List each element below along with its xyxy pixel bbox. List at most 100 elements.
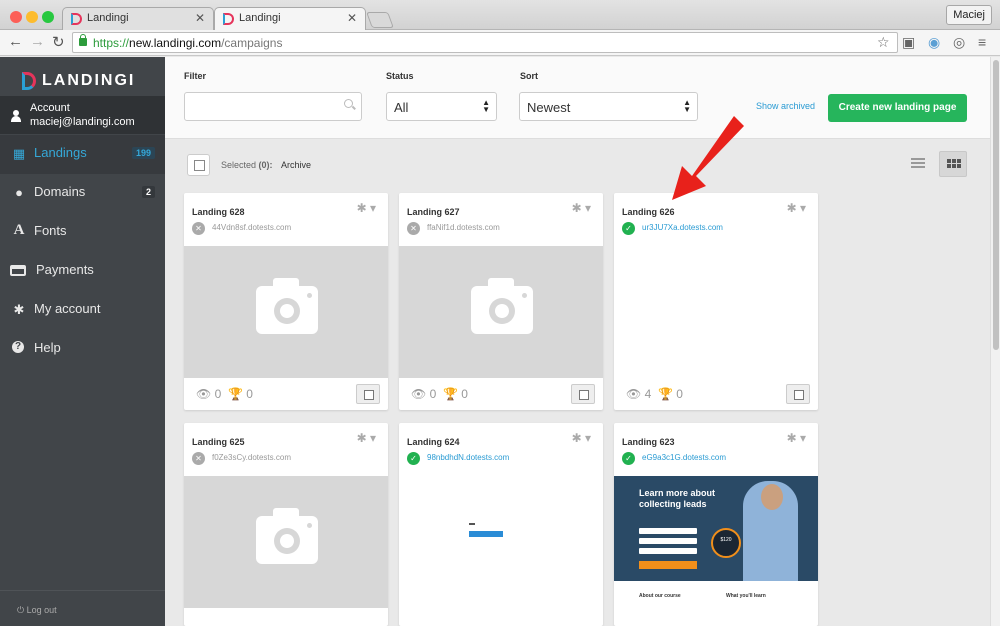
landing-thumbnail[interactable] [399, 246, 603, 378]
landing-thumbnail[interactable] [614, 246, 818, 378]
landing-domain: f0Ze3sCy.dotests.com [212, 453, 291, 462]
archive-button[interactable]: Archive [281, 160, 311, 170]
sidebar-item-label: Payments [36, 262, 94, 277]
landing-stats: 👁 0 🏆 0 [196, 387, 253, 401]
sidebar-item-fonts[interactable]: A Fonts [0, 213, 165, 252]
globe-icon: ● [15, 185, 23, 200]
landing-title[interactable]: Landing 625 [192, 437, 245, 447]
landing-card[interactable]: Landing 625 ✱ ▾ ✕ f0Ze3sCy.dotests.com [184, 423, 388, 626]
mini-form-preview [469, 523, 503, 537]
close-tab-icon[interactable]: ✕ [195, 11, 205, 25]
selected-count: Selected (0): [221, 160, 273, 170]
search-icon [344, 99, 353, 108]
tab-title: Landingi [87, 12, 129, 24]
cast-icon[interactable]: ▣ [902, 34, 915, 51]
promo-field [639, 548, 697, 554]
landingi-logo[interactable]: LANDINGI [22, 69, 135, 93]
menu-icon[interactable]: ≡ [978, 34, 986, 50]
filter-input[interactable] [184, 92, 362, 121]
landing-domain-link[interactable]: ur3JU7Xa.dotests.com [642, 223, 723, 232]
eye-icon: 👁 [626, 387, 642, 401]
logo-mark-icon [22, 72, 36, 90]
gear-dropdown-icon[interactable]: ✱ ▾ [572, 431, 591, 445]
select-all-checkbox[interactable] [187, 154, 210, 176]
url-path: /campaigns [221, 36, 283, 50]
new-tab-button[interactable] [366, 12, 394, 28]
landing-thumbnail[interactable] [399, 476, 603, 608]
landing-card[interactable]: Landing 628 ✱ ▾ ✕ 44Vdn8sf.dotests.com 👁… [184, 193, 388, 410]
landing-domain: ffaNif1d.dotests.com [427, 223, 500, 232]
landing-title[interactable]: Landing 623 [622, 437, 675, 447]
browser-titlebar: Landingi ✕ Landingi ✕ Maciej [0, 0, 1000, 30]
credit-card-icon [10, 265, 26, 276]
sidebar-item-label: Landings [34, 145, 87, 160]
gear-dropdown-icon[interactable]: ✱ ▾ [787, 431, 806, 445]
back-icon[interactable]: ← [8, 33, 23, 50]
gear-dropdown-icon[interactable]: ✱ ▾ [357, 431, 376, 445]
conversions-count: 0 [676, 387, 683, 401]
landing-title[interactable]: Landing 624 [407, 437, 460, 447]
landing-domain: 44Vdn8sf.dotests.com [212, 223, 292, 232]
gear-dropdown-icon[interactable]: ✱ ▾ [787, 201, 806, 215]
landingi-favicon-icon [71, 13, 82, 25]
bookmark-star-icon[interactable]: ☆ [877, 34, 890, 51]
sidebar-item-landings[interactable]: ▦ Landings 199 [0, 135, 165, 174]
landing-card[interactable]: Landing 623 ✱ ▾ ✓ eG9a3c1G.dotests.com L… [614, 423, 818, 626]
published-check-icon: ✓ [407, 452, 420, 465]
address-bar[interactable]: https://new.landingi.com/campaigns ☆ [72, 32, 898, 53]
gear-dropdown-icon[interactable]: ✱ ▾ [357, 201, 376, 215]
promo-cta [639, 561, 697, 569]
forward-icon[interactable]: → [30, 33, 45, 50]
eye-icon: 👁 [411, 387, 427, 401]
close-window-button[interactable] [10, 11, 22, 23]
landing-thumbnail[interactable] [184, 476, 388, 608]
create-landing-button[interactable]: Create new landing page [828, 94, 967, 122]
show-archived-link[interactable]: Show archived [756, 101, 815, 111]
account-panel[interactable]: Account maciej@landingi.com [0, 96, 165, 134]
camera-extension-icon[interactable]: ◉ [928, 34, 940, 51]
landing-card[interactable]: Landing 626 ✱ ▾ ✓ ur3JU7Xa.dotests.com 👁… [614, 193, 818, 410]
promo-about: About our course [639, 593, 681, 599]
landing-card[interactable]: Landing 624 ✱ ▾ ✓ 98nbdhdN.dotests.com [399, 423, 603, 626]
unpublished-icon: ✕ [407, 222, 420, 235]
landing-title[interactable]: Landing 627 [407, 207, 460, 217]
close-tab-icon[interactable]: ✕ [347, 11, 357, 25]
browser-tab-2[interactable]: Landingi ✕ [214, 7, 366, 30]
scrollbar-thumb[interactable] [993, 60, 999, 350]
sidebar-item-help[interactable]: ? Help [0, 330, 165, 369]
card-checkbox[interactable] [571, 384, 595, 404]
sidebar-item-my-account[interactable]: ✱ My account [0, 291, 165, 330]
maximize-window-button[interactable] [42, 11, 54, 23]
landing-title[interactable]: Landing 628 [192, 207, 245, 217]
reload-icon[interactable]: ↻ [52, 33, 65, 51]
published-check-icon: ✓ [622, 452, 635, 465]
profile-button[interactable]: Maciej [946, 5, 992, 25]
sidebar-item-domains[interactable]: ● Domains 2 [0, 174, 165, 213]
promo-price-badge: $120 [711, 528, 741, 558]
minimize-window-button[interactable] [26, 11, 38, 23]
sidebar-item-payments[interactable]: Payments [0, 252, 165, 291]
landing-domain-link[interactable]: 98nbdhdN.dotests.com [427, 453, 509, 462]
browser-tab-1[interactable]: Landingi ✕ [62, 7, 214, 30]
card-checkbox[interactable] [356, 384, 380, 404]
views-count: 4 [644, 387, 652, 401]
extension-icon[interactable]: ◎ [953, 34, 965, 51]
trophy-icon: 🏆 [227, 387, 243, 401]
landing-thumbnail[interactable]: Learn more about collecting leads $120 [614, 476, 818, 581]
gear-dropdown-icon[interactable]: ✱ ▾ [572, 201, 591, 215]
landing-card[interactable]: Landing 627 ✱ ▾ ✕ ffaNif1d.dotests.com 👁… [399, 193, 603, 410]
status-select[interactable]: All ▲ ▼ [386, 92, 497, 121]
sidebar: LANDINGI Account maciej@landingi.com ▦ L… [0, 57, 165, 626]
logout-link[interactable]: ⏻ Log out [0, 590, 165, 616]
card-checkbox[interactable] [786, 384, 810, 404]
landing-domain-link[interactable]: eG9a3c1G.dotests.com [642, 453, 726, 462]
grid-view-icon[interactable] [939, 151, 967, 177]
list-view-icon[interactable] [906, 151, 931, 176]
select-arrows-icon: ▲ ▼ [482, 98, 490, 114]
page-scrollbar[interactable] [990, 57, 1000, 626]
published-check-icon: ✓ [622, 222, 635, 235]
status-value: All [394, 100, 409, 115]
landing-thumbnail[interactable] [184, 246, 388, 378]
power-icon: ⏻ [17, 605, 27, 615]
sidebar-item-label: Domains [34, 184, 86, 199]
